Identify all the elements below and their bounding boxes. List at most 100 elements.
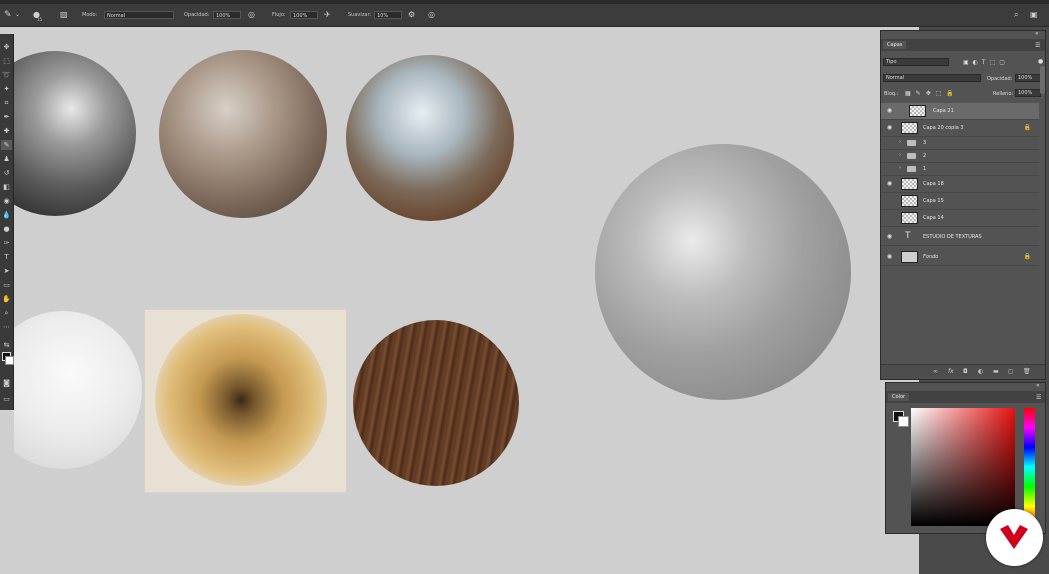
- dodge-tool-icon[interactable]: ●: [1, 224, 12, 234]
- folder-icon: [907, 166, 916, 172]
- layer-opacity-field[interactable]: 100%: [1015, 74, 1041, 82]
- text-icon: T: [905, 231, 911, 241]
- stamp-tool-icon[interactable]: ♟: [1, 154, 12, 164]
- logo-mark-icon: [1000, 525, 1028, 549]
- sphere-metal-dark: [14, 51, 136, 216]
- swap-colors-icon[interactable]: ⇆: [1, 340, 12, 350]
- lock-label: Bloq.:: [884, 91, 899, 97]
- hand-tool-icon[interactable]: ✋: [1, 294, 12, 304]
- eye-icon[interactable]: ◉: [886, 253, 893, 260]
- layers-scrollbar[interactable]: [1040, 66, 1045, 94]
- layer-item[interactable]: ◉ Capa 20 copia 3 🔒: [881, 120, 1039, 137]
- filter-icons[interactable]: ▣◐T⬚▢: [963, 59, 1009, 66]
- zoom-tool-icon[interactable]: ⌕: [1, 308, 12, 318]
- crop-tool-icon[interactable]: ⌗: [1, 98, 12, 108]
- link-icon[interactable]: ∞: [933, 368, 938, 375]
- background-color-swatch[interactable]: [898, 416, 909, 427]
- pressure-size-icon[interactable]: ◎: [428, 10, 435, 20]
- tab-layers[interactable]: Capas: [883, 41, 907, 49]
- brand-logo: [986, 509, 1043, 566]
- layer-name: ESTUDIO DE TEXTURAS: [923, 234, 982, 240]
- tab-color[interactable]: Color: [888, 393, 910, 401]
- layer-thumbnail: [901, 122, 918, 134]
- layer-group[interactable]: › 2: [881, 150, 1039, 163]
- panel-menu-icon[interactable]: ☰: [1035, 42, 1040, 49]
- shape-tool-icon[interactable]: ▭: [1, 280, 12, 290]
- flow-field[interactable]: 100%: [290, 11, 318, 19]
- workspace-icon[interactable]: ▣: [1030, 10, 1038, 20]
- layer-filter-select[interactable]: Tipo: [883, 58, 949, 66]
- blend-mode-select[interactable]: Normal: [883, 74, 981, 82]
- layer-item[interactable]: ◉ Capa 18: [881, 176, 1039, 193]
- trash-icon[interactable]: 🗑: [1023, 368, 1031, 375]
- eraser-icon[interactable]: ◧: [1, 182, 12, 192]
- layer-group[interactable]: › 3: [881, 137, 1039, 150]
- airbrush-icon[interactable]: ✈: [324, 10, 331, 20]
- eye-icon[interactable]: ◉: [886, 233, 893, 240]
- fill-field[interactable]: 100%: [1015, 89, 1041, 97]
- brush-panel-icon[interactable]: ▨: [60, 10, 68, 20]
- layer-name: Fondo: [923, 254, 939, 260]
- background-color-swatch[interactable]: [5, 356, 14, 365]
- collapse-icon[interactable]: «: [1036, 382, 1040, 389]
- mask-icon[interactable]: ◘: [963, 368, 968, 375]
- blur-tool-icon[interactable]: 💧: [1, 210, 12, 220]
- layer-item[interactable]: Capa 15: [881, 193, 1039, 210]
- opacity-label: Opacidad:: [184, 12, 210, 18]
- text-layer-item[interactable]: ◉ T ESTUDIO DE TEXTURAS: [881, 229, 1039, 246]
- group-expand-icon[interactable]: ›: [899, 152, 901, 158]
- sphere-brushed-fur-gray: [595, 144, 851, 400]
- brush-icon[interactable]: ✎: [1, 140, 12, 150]
- folder-icon[interactable]: ▬: [993, 368, 999, 375]
- layer-item[interactable]: Capa 14: [881, 210, 1039, 227]
- new-layer-icon[interactable]: ◻: [1008, 368, 1013, 375]
- dropdown-icon[interactable]: ⌄: [15, 10, 20, 20]
- eyedropper-icon[interactable]: ✒: [1, 112, 12, 122]
- move-tool-icon[interactable]: ✥: [1, 42, 12, 52]
- more-tools-icon[interactable]: ⋯: [1, 322, 12, 332]
- quick-mask-icon[interactable]: ◙: [1, 378, 12, 388]
- filter-toggle-icon[interactable]: ●: [1038, 58, 1043, 65]
- path-select-icon[interactable]: ➤: [1, 266, 12, 276]
- collapse-icon[interactable]: «: [1035, 30, 1039, 37]
- opacity-field[interactable]: 100%: [213, 11, 241, 19]
- flow-label: Flujo:: [272, 12, 286, 18]
- folder-icon: [907, 153, 916, 159]
- pressure-opacity-icon[interactable]: ◎: [248, 10, 255, 20]
- document-canvas[interactable]: [14, 27, 919, 574]
- eye-icon[interactable]: ◉: [886, 124, 893, 131]
- text-icon[interactable]: T: [1, 252, 12, 262]
- layer-item[interactable]: ◉ Capa 21: [881, 103, 1039, 120]
- magic-wand-icon[interactable]: ✦: [1, 84, 12, 94]
- background-layer-item[interactable]: ◉ Fondo 🔒: [881, 249, 1039, 266]
- layer-name: 1: [923, 166, 927, 172]
- eye-icon[interactable]: ◉: [886, 107, 893, 114]
- group-expand-icon[interactable]: ›: [899, 165, 901, 171]
- healing-tool-icon[interactable]: ✚: [1, 126, 12, 136]
- screen-mode-icon[interactable]: ▭: [1, 394, 12, 404]
- history-brush-icon[interactable]: ↺: [1, 168, 12, 178]
- brush-tool-icon[interactable]: ✎: [4, 10, 12, 20]
- layer-name: Capa 15: [923, 198, 944, 204]
- lock-options-icons[interactable]: ▦✎✥⬚🔒: [905, 90, 959, 97]
- bucket-icon[interactable]: ◉: [1, 196, 12, 206]
- smoothing-label: Suavizar:: [348, 12, 372, 18]
- gear-icon[interactable]: ⚙: [408, 10, 415, 20]
- lock-icon: 🔒: [1023, 253, 1031, 260]
- lasso-tool-icon[interactable]: ➰: [1, 70, 12, 80]
- marquee-tool-icon[interactable]: ⬚: [1, 56, 12, 66]
- layers-panel: Capas « ☰ Tipo ▣◐T⬚▢ ● Normal Opacidad: …: [880, 30, 1046, 380]
- group-expand-icon[interactable]: ›: [899, 139, 901, 145]
- mode-select[interactable]: Normal: [104, 11, 174, 19]
- panel-menu-icon[interactable]: ☰: [1036, 394, 1041, 401]
- adjustment-icon[interactable]: ◐: [978, 368, 983, 375]
- fx-icon[interactable]: fx: [948, 368, 954, 375]
- eye-icon[interactable]: ◉: [886, 180, 893, 187]
- search-icon[interactable]: ⌕: [1014, 10, 1018, 20]
- layer-group[interactable]: › 1: [881, 163, 1039, 176]
- pen-tool-icon[interactable]: ✑: [1, 238, 12, 248]
- layer-name: 3: [923, 140, 927, 146]
- layer-name: Capa 18: [923, 181, 944, 187]
- options-bar: ✎ ⌄ ● 15 ▨ Modo: Normal Opacidad: 100% ◎…: [0, 4, 1049, 27]
- smoothing-field[interactable]: 10%: [374, 11, 402, 19]
